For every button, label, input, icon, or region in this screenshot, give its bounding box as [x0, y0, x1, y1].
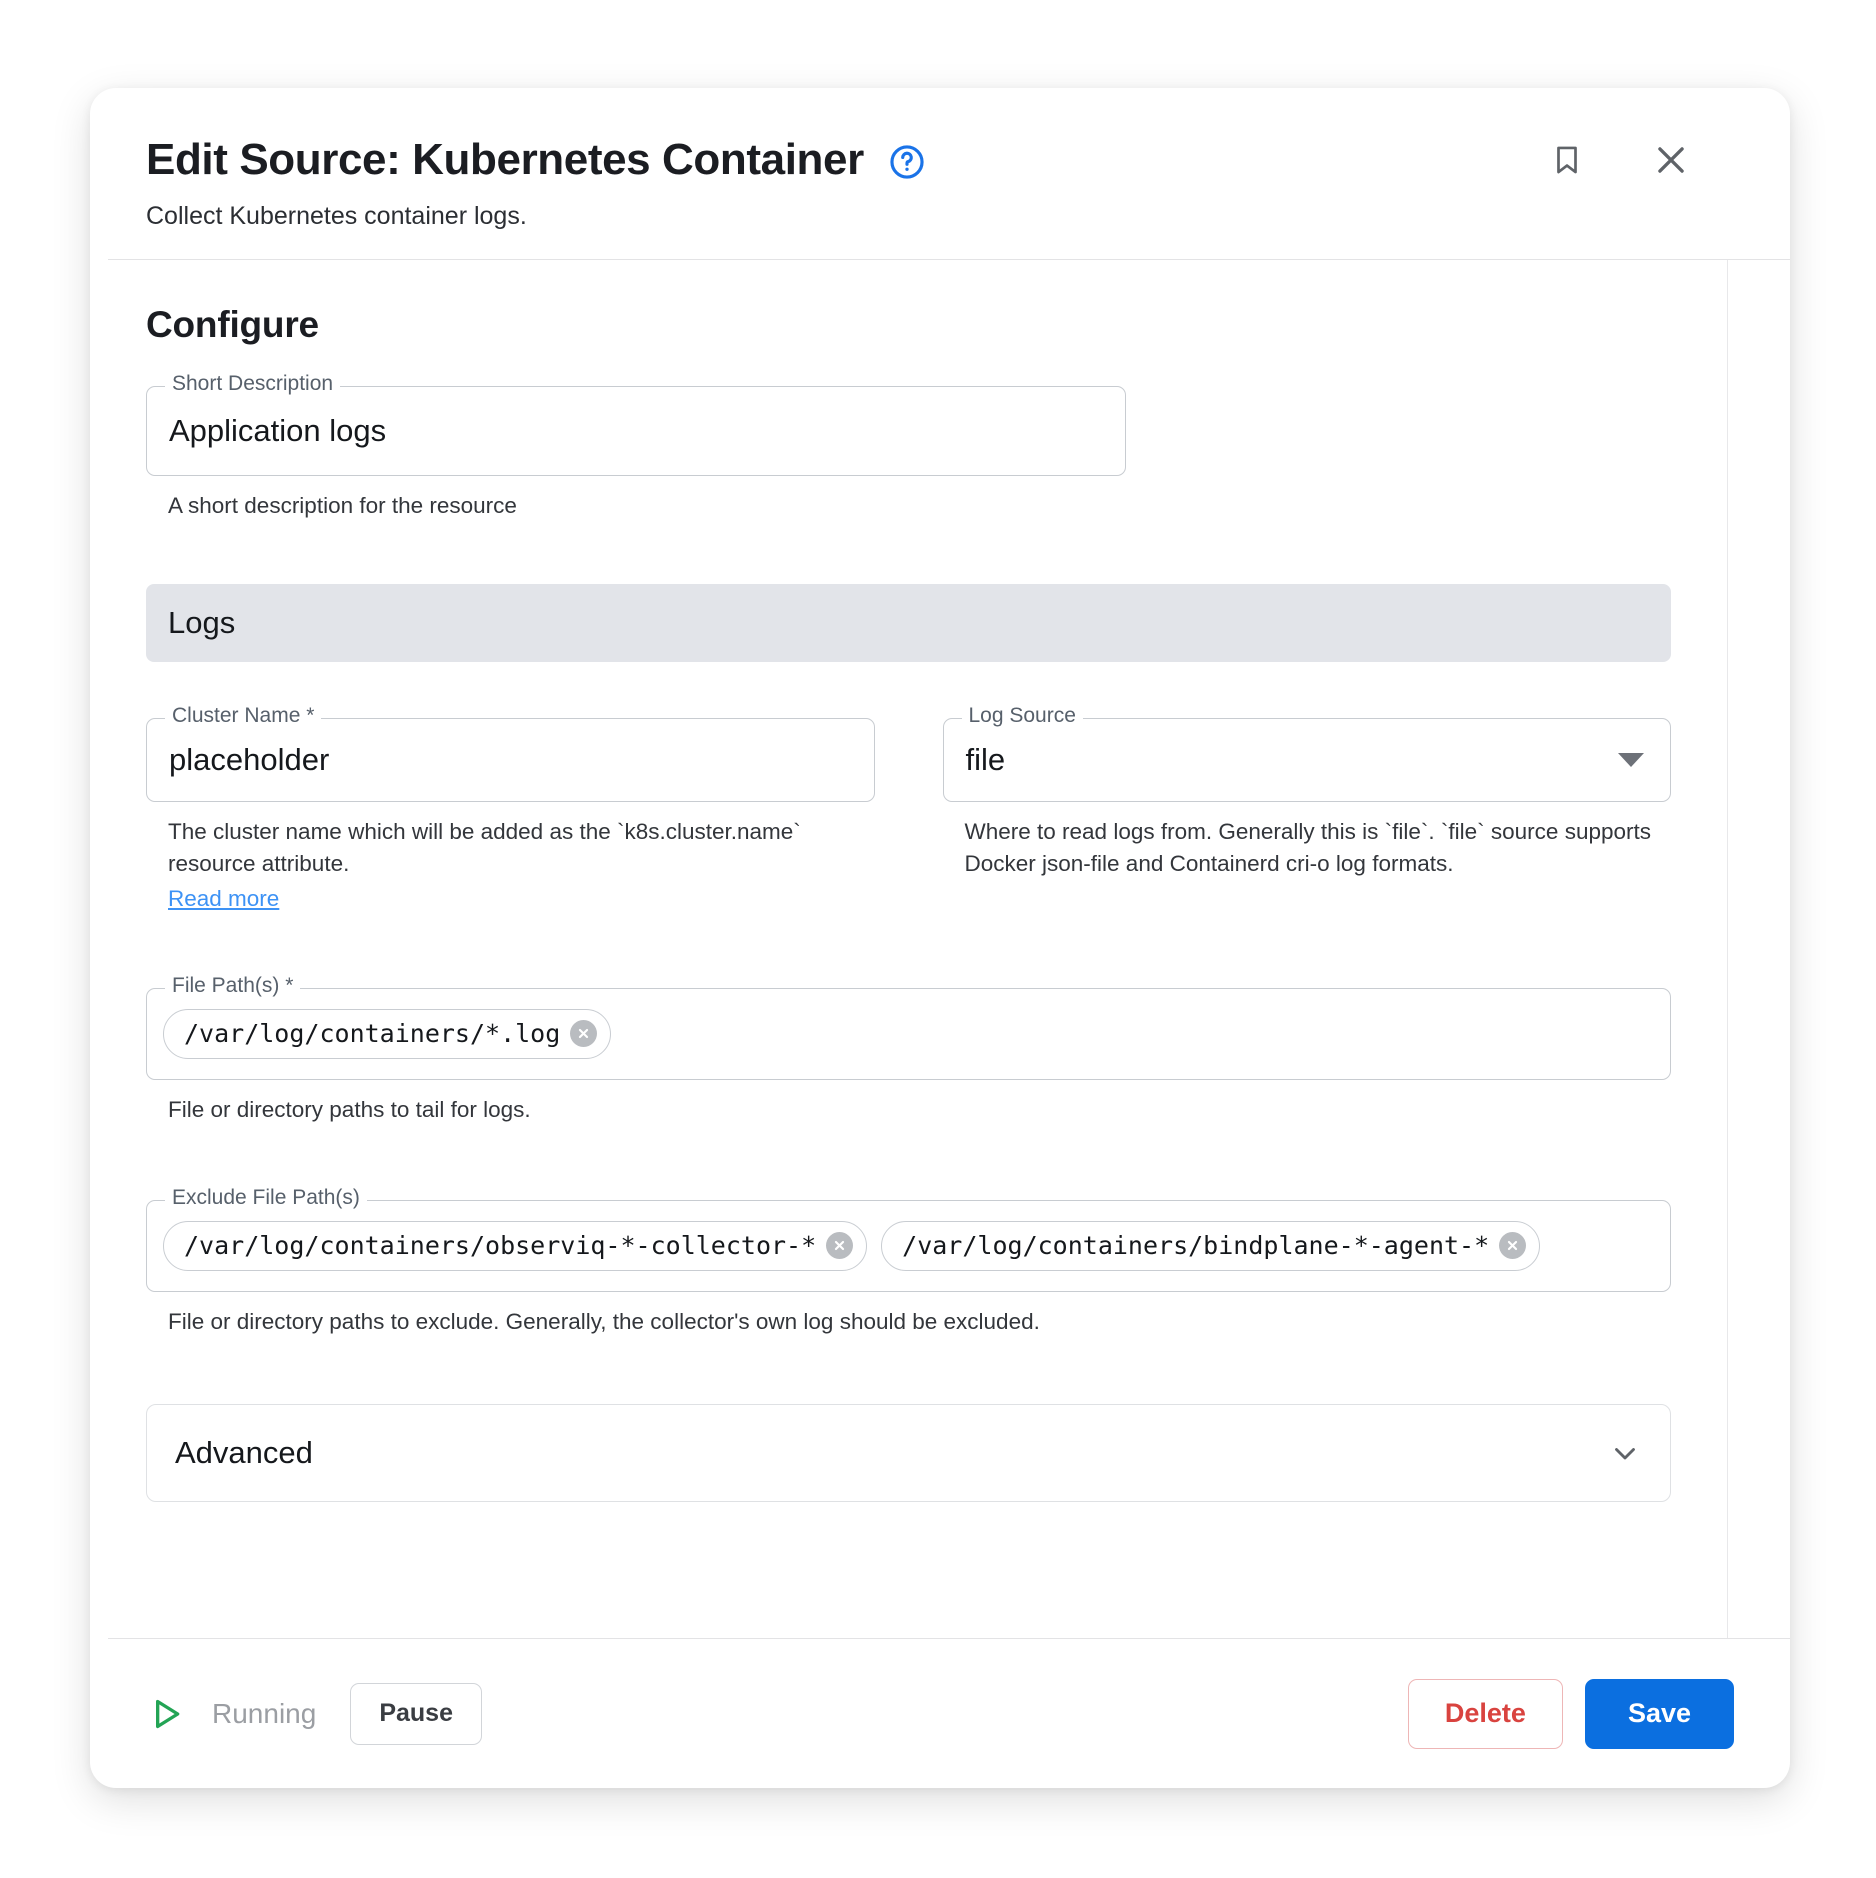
log-source-helper: Where to read logs from. Generally this …	[965, 816, 1672, 880]
file-paths-helper: File or directory paths to tail for logs…	[168, 1094, 1268, 1126]
exclude-file-paths-helper: File or directory paths to exclude. Gene…	[168, 1306, 1368, 1338]
exclude-file-paths-input[interactable]: Exclude File Path(s) /var/log/containers…	[146, 1200, 1671, 1292]
play-triangle-icon	[146, 1694, 186, 1734]
log-source-label: Log Source	[962, 705, 1083, 726]
chevron-down-icon[interactable]	[1608, 1436, 1642, 1470]
exclude-file-paths-field: Exclude File Path(s) /var/log/containers…	[146, 1200, 1671, 1292]
help-circle-icon[interactable]	[888, 143, 926, 181]
file-paths-input[interactable]: File Path(s) * /var/log/containers/*.log	[146, 988, 1671, 1080]
advanced-accordion[interactable]: Advanced	[146, 1404, 1671, 1502]
cluster-name-helper: The cluster name which will be added as …	[168, 816, 875, 880]
chevron-down-icon[interactable]	[1618, 753, 1644, 767]
close-icon[interactable]	[1652, 140, 1690, 180]
log-source-select[interactable]: Log Source file	[943, 718, 1672, 802]
logs-section-label: Logs	[168, 605, 235, 641]
page-title: Edit Source: Kubernetes Container	[146, 136, 864, 184]
chip-label: /var/log/containers/*.log	[184, 1019, 560, 1048]
status-badge: Running	[212, 1698, 316, 1730]
footer-actions: Delete Save	[1408, 1679, 1734, 1749]
logs-section-header: Logs	[146, 584, 1671, 662]
exclude-file-paths-label: Exclude File Path(s)	[165, 1187, 367, 1208]
chip-remove-icon[interactable]	[570, 1020, 597, 1047]
chip[interactable]: /var/log/containers/observiq-*-collector…	[163, 1221, 867, 1271]
short-description-input[interactable]: Short Description Application logs	[146, 386, 1126, 476]
edit-source-dialog: Edit Source: Kubernetes Container Collec…	[90, 88, 1790, 1788]
chip[interactable]: /var/log/containers/bindplane-*-agent-*	[881, 1221, 1540, 1271]
logs-fields-row: Cluster Name * placeholder The cluster n…	[146, 718, 1671, 912]
cluster-name-label: Cluster Name *	[165, 705, 321, 726]
bookmark-icon[interactable]	[1548, 140, 1586, 180]
cluster-name-read-more-link[interactable]: Read more	[168, 886, 279, 912]
header-actions	[1548, 140, 1690, 180]
dialog-subtitle: Collect Kubernetes container logs.	[146, 200, 1734, 233]
chip[interactable]: /var/log/containers/*.log	[163, 1009, 611, 1059]
log-source-value: file	[966, 741, 1006, 778]
dialog-body: Configure Short Description Application …	[90, 260, 1727, 1638]
save-button[interactable]: Save	[1585, 1679, 1734, 1749]
file-paths-label: File Path(s) *	[165, 975, 300, 996]
short-description-helper: A short description for the resource	[168, 490, 928, 522]
dialog-title-row: Edit Source: Kubernetes Container	[146, 136, 1734, 184]
cluster-name-column: Cluster Name * placeholder The cluster n…	[146, 718, 875, 912]
cluster-name-field: Cluster Name * placeholder	[146, 718, 875, 802]
dialog-header: Edit Source: Kubernetes Container Collec…	[90, 88, 1790, 259]
configure-heading: Configure	[146, 304, 1671, 346]
pause-button[interactable]: Pause	[350, 1683, 482, 1745]
cluster-name-value: placeholder	[169, 741, 329, 778]
chip-remove-icon[interactable]	[826, 1232, 853, 1259]
short-description-value: Application logs	[169, 412, 386, 449]
log-source-column: Log Source file Where to read logs from.…	[943, 718, 1672, 912]
cluster-name-input[interactable]: Cluster Name * placeholder	[146, 718, 875, 802]
chip-label: /var/log/containers/bindplane-*-agent-*	[902, 1231, 1489, 1260]
advanced-accordion-label: Advanced	[175, 1435, 313, 1471]
file-paths-field: File Path(s) * /var/log/containers/*.log	[146, 988, 1671, 1080]
delete-button[interactable]: Delete	[1408, 1679, 1563, 1749]
short-description-label: Short Description	[165, 373, 340, 394]
dialog-body-scroll-area: Configure Short Description Application …	[90, 260, 1728, 1638]
short-description-field: Short Description Application logs	[146, 386, 1126, 476]
dialog-footer: Running Pause Delete Save	[108, 1638, 1790, 1788]
chip-remove-icon[interactable]	[1499, 1232, 1526, 1259]
chip-label: /var/log/containers/observiq-*-collector…	[184, 1231, 816, 1260]
footer-status-group: Running Pause	[146, 1683, 482, 1745]
log-source-field: Log Source file	[943, 718, 1672, 802]
